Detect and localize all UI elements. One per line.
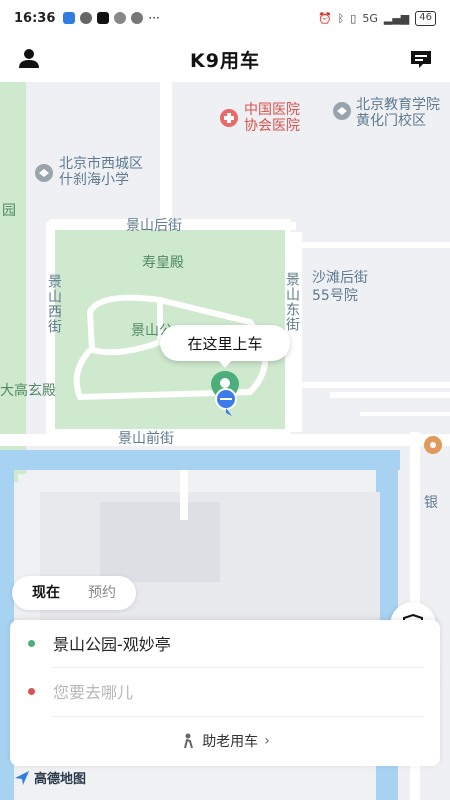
page-title: K9用车 <box>190 49 260 72</box>
tab-now[interactable]: 现在 <box>18 580 74 606</box>
tiktok-notification-icon <box>97 12 110 24</box>
user-icon <box>19 49 39 68</box>
pickup-bubble[interactable]: 在这里上车 <box>160 325 290 368</box>
elder-service-link[interactable]: 助老用车 › <box>10 724 440 758</box>
app-header: K9用车 <box>0 36 450 82</box>
status-time: 16:36 <box>14 10 56 26</box>
amap-logo-text: 高德地图 <box>34 772 87 787</box>
bluetooth-icon: ᛒ <box>337 11 345 25</box>
vibrate-icon: ▯ <box>350 11 357 25</box>
map-label-street-south: 景山前街 <box>118 431 174 447</box>
current-location-icon <box>215 388 237 416</box>
divider <box>52 716 424 717</box>
origin-text: 景山公园-观妙亭 <box>53 635 171 654</box>
messages-button[interactable] <box>408 46 434 72</box>
amap-arrow-icon <box>15 770 29 785</box>
shield-notification-icon <box>80 12 93 24</box>
origin-row[interactable]: 景山公园-观妙亭 <box>10 620 440 666</box>
elder-icon <box>184 733 194 749</box>
map-label-edu-school: 北京教育学院 黄化门校区 <box>356 97 440 129</box>
chevron-right-icon: › <box>264 733 270 749</box>
map-label-bank: 银 <box>424 495 438 511</box>
map-label-yuan: 园 <box>2 203 16 219</box>
wechat-notification-icon <box>131 12 144 24</box>
network-label: 5G <box>362 11 378 25</box>
mode-tabs: 现在 预约 <box>12 576 136 610</box>
elder-service-label: 助老用车 <box>202 734 259 750</box>
battery-icon: 46 <box>415 10 436 26</box>
origin-dot-icon <box>28 639 35 647</box>
destination-input[interactable]: 您要去哪儿 <box>53 679 133 703</box>
map-label-west-street: 景山西街 <box>46 274 62 334</box>
map-label-palace: 寿皇殿 <box>142 255 184 271</box>
message-icon <box>411 51 431 68</box>
school-icon-2 <box>35 164 53 182</box>
alarm-icon: ⏰ <box>317 11 332 25</box>
map-label-dagaoxuan: 大高玄殿 <box>0 383 56 399</box>
status-right: ⏰ ᛒ ▯ 5G ▂▄▆ 46 <box>317 10 436 26</box>
school-icon-1 <box>333 102 351 120</box>
hospital-icon <box>220 109 238 127</box>
notification-icons: ··· <box>63 11 160 25</box>
map-label-street-north: 景山后街 <box>126 218 182 234</box>
destination-row[interactable]: 您要去哪儿 <box>10 668 440 714</box>
amap-logo: 高德地图 <box>14 768 86 787</box>
map-label-shatan: 沙滩后街 55号院 <box>312 270 368 304</box>
destination-dot-icon <box>28 687 35 695</box>
trip-card: 景山公园-观妙亭 您要去哪儿 助老用车 › <box>10 620 440 766</box>
map-label-school: 北京市西城区 什刹海小学 <box>59 156 143 188</box>
app-notification-icon-2 <box>114 12 127 24</box>
tab-reserve[interactable]: 预约 <box>74 580 130 606</box>
map-label-east-street: 景山东街 <box>284 272 300 332</box>
bank-poi-icon <box>424 436 442 454</box>
user-profile-button[interactable] <box>16 46 42 72</box>
battery-level: 46 <box>419 11 432 23</box>
more-notifications-icon: ··· <box>148 11 160 25</box>
status-bar: 16:36 ··· ⏰ ᛒ ▯ 5G ▂▄▆ 46 <box>0 0 450 36</box>
map-label-hospital: 中国医院 协会医院 <box>244 102 300 134</box>
signal-icon: ▂▄▆ <box>383 11 410 25</box>
app-notification-icon <box>63 12 76 24</box>
